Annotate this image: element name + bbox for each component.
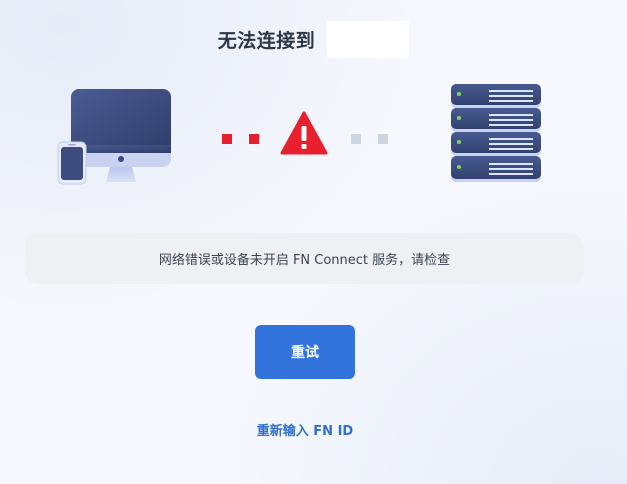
warning-icon [280, 111, 328, 155]
reenter-fn-id-link[interactable]: 重新输入 FN ID [0, 420, 610, 439]
retry-button[interactable]: 重试 [255, 325, 355, 379]
connection-dots-red [222, 134, 259, 144]
error-message: 网络错误或设备未开启 FN Connect 服务，请检查 [158, 253, 451, 268]
phone-icon [57, 141, 87, 185]
error-message-box: 网络错误或设备未开启 FN Connect 服务，请检查 [25, 233, 584, 284]
connection-dots-inactive [351, 134, 388, 144]
connection-illustration [0, 0, 627, 200]
server-icon [451, 84, 541, 182]
